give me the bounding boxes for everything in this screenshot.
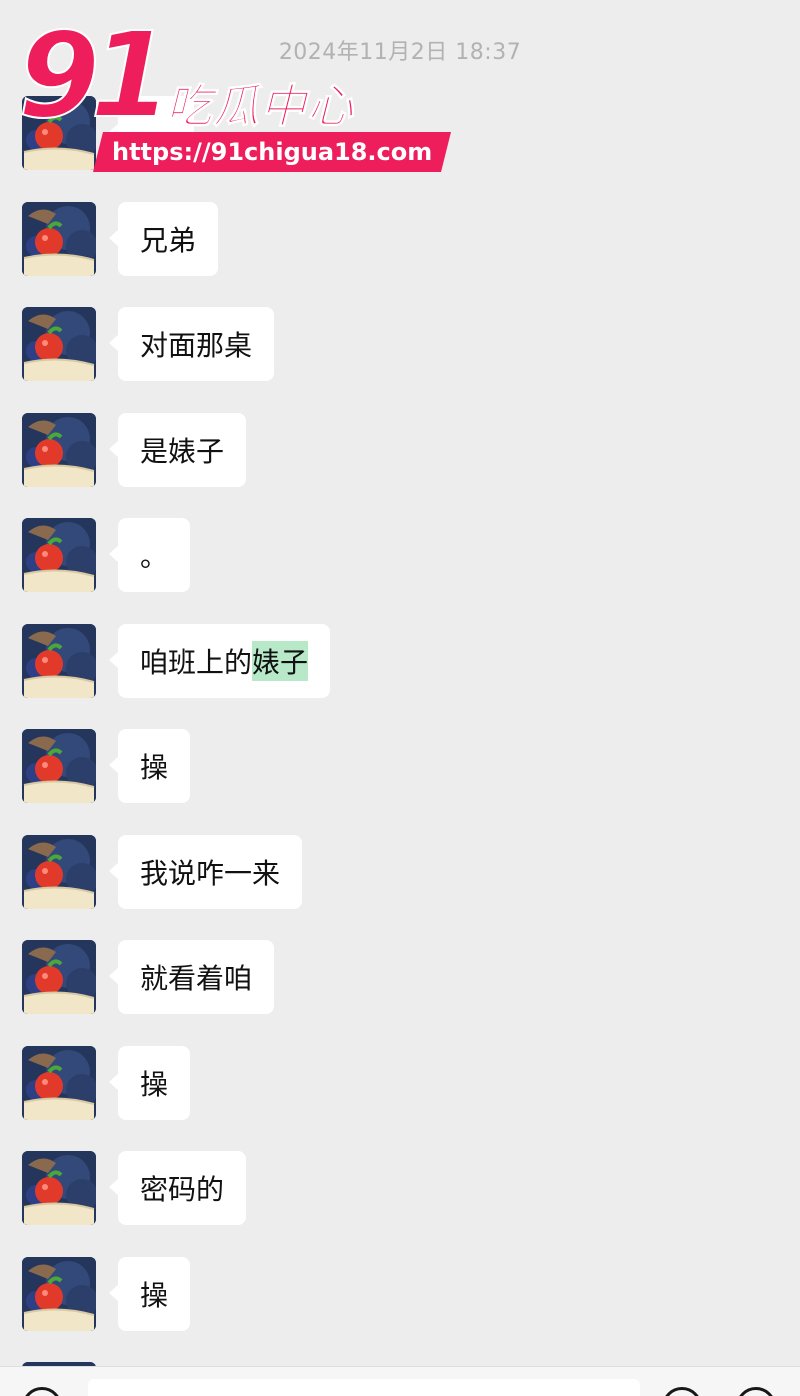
message-text: 。 [140,540,169,573]
voice-icon[interactable] [22,1387,62,1396]
avatar[interactable] [22,1257,96,1331]
watermark-number: 91 [17,5,173,145]
avatar[interactable] [22,729,96,803]
avatar[interactable] [22,518,96,592]
message-text: 对面那桌 [140,329,253,362]
message-bubble[interactable]: 就看着咱 [108,940,275,1014]
message-bubble[interactable]: 操 [108,1257,191,1331]
message-bubble[interactable]: 咱班上的 婊子 [108,624,331,698]
message-text: 我说咋一来 [140,857,281,890]
highlighted-text[interactable]: 婊子 [252,641,309,681]
avatar[interactable] [22,624,96,698]
avatar[interactable] [22,307,96,381]
message-text: 兄弟 [140,224,197,257]
message-bubble[interactable]: 操 [108,1046,191,1120]
message-text: 就看着咱 [140,962,253,995]
avatar[interactable] [22,413,96,487]
message-bubble[interactable]: 我说咋一来 [108,835,303,909]
message-text: 操 [140,1279,169,1312]
message-text: 是婊子 [140,435,225,468]
message-bubble[interactable]: 是婊子 [108,413,247,487]
avatar[interactable] [22,835,96,909]
chat-input-bar [0,1366,800,1396]
message-text: 操 [140,751,169,784]
emoji-icon[interactable] [662,1387,702,1396]
message-text: 咱班上的 [140,646,253,679]
chat-window: 2024年11月2日 18:37 兄弟 对面那桌 是婊子 。 咱班上的 婊子 操 … [0,0,800,1396]
avatar[interactable] [22,1151,96,1225]
message-bubble[interactable]: 操 [108,729,191,803]
message-text: 操 [140,1068,169,1101]
watermark-url: https://91chigua18.com [93,132,452,172]
message-bubble[interactable]: 密码的 [108,1151,247,1225]
message-bubble[interactable]: 对面那桌 [108,307,275,381]
watermark-title: 吃瓜中心 [166,79,354,134]
message-input[interactable] [88,1379,640,1396]
message-text: 密码的 [140,1173,225,1206]
site-watermark: 91 吃瓜中心 https://91chigua18.com [17,5,452,172]
avatar[interactable] [22,202,96,276]
message-bubble[interactable]: 。 [108,518,191,592]
avatar[interactable] [22,1046,96,1120]
message-bubble[interactable]: 兄弟 [108,202,219,276]
plus-icon[interactable] [736,1387,776,1396]
avatar[interactable] [22,940,96,1014]
